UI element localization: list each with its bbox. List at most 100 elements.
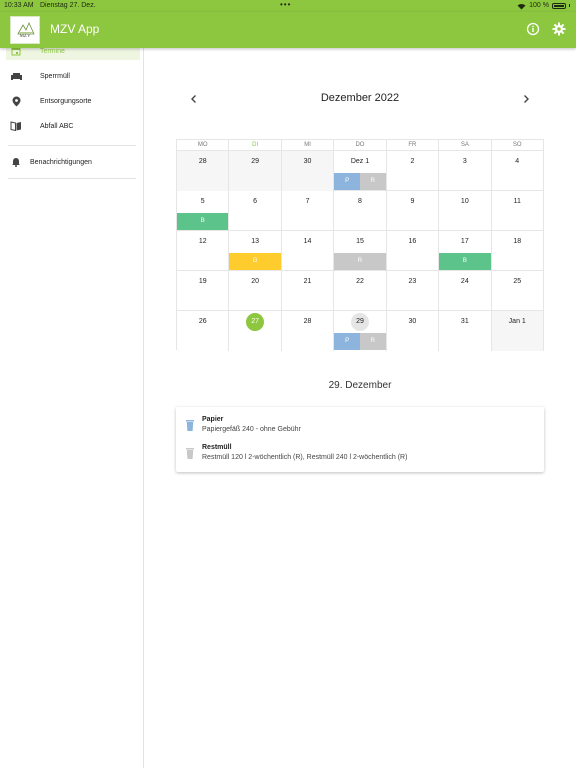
- pickup-event-gelb[interactable]: G: [229, 253, 281, 270]
- chevron-right-icon[interactable]: [520, 92, 532, 104]
- sidebar-item-entsorgungsorte[interactable]: Entsorgungsorte: [6, 92, 140, 110]
- pickup-subtitle: Papiergefäß 240 - ohne Gebühr: [202, 426, 301, 433]
- pickup-item-restmuell[interactable]: Restmüll Restmüll 120 l 2-wöchentlich (R…: [186, 444, 536, 468]
- sidebar-item-label: Termine: [40, 47, 65, 55]
- weekday-label: SO: [492, 140, 544, 150]
- day-number: 21: [303, 278, 312, 285]
- calendar-day-cell[interactable]: 21: [282, 271, 335, 311]
- calendar-day-cell[interactable]: 28: [177, 151, 230, 191]
- calendar-day-cell[interactable]: 26: [177, 311, 230, 351]
- calendar-day-cell[interactable]: 22: [334, 271, 387, 311]
- calendar-day-cell[interactable]: 11: [492, 191, 544, 231]
- day-number: 17: [460, 238, 469, 245]
- calendar-day-cell[interactable]: Jan 1: [491, 311, 544, 351]
- day-number: Dez 1: [350, 158, 370, 165]
- pickup-item-papier[interactable]: Papier Papiergefäß 240 - ohne Gebühr: [186, 416, 536, 440]
- sidebar-divider: [8, 145, 136, 146]
- weekday-label: DI: [229, 140, 282, 150]
- pickup-event-rest[interactable]: R: [359, 333, 386, 350]
- pickup-event-papier[interactable]: P: [334, 173, 360, 190]
- calendar-week-row: 12 13 G 14 15 R 16 17 B 18: [177, 230, 544, 271]
- calendar-day-cell[interactable]: 19: [177, 271, 230, 311]
- calendar-day-cell[interactable]: 17 B: [439, 231, 492, 271]
- sidebar-item-label: Abfall ABC: [40, 122, 74, 130]
- calendar-day-cell[interactable]: 29 P R: [334, 311, 387, 351]
- calendar-day-cell[interactable]: 18: [492, 231, 544, 271]
- pickup-event-papier[interactable]: P: [334, 333, 360, 350]
- app-logo: MZV: [10, 16, 40, 44]
- app-bar: MZV MZV App: [0, 12, 576, 48]
- calendar-day-cell[interactable]: 5B: [177, 191, 230, 231]
- pickup-event-rest[interactable]: R: [334, 253, 386, 270]
- location-pin-icon: [10, 95, 22, 107]
- calendar-grid: MO DI MI DO FR SA SO 28 29 30 Dez 1 P R 2 3 4 5 B 6 7 8 9 10 1…: [176, 139, 544, 351]
- sidebar-item-label: Benachrichtigungen: [30, 158, 92, 166]
- status-time: 10:33 AM: [4, 2, 34, 9]
- month-title: Dezember 2022: [320, 92, 400, 104]
- calendar-day-cell[interactable]: 30: [281, 151, 335, 191]
- calendar-day-cell[interactable]: 16: [387, 231, 440, 271]
- calendar-day-cell[interactable]: 13 G: [229, 231, 282, 271]
- day-number: 9: [410, 198, 415, 205]
- calendar-day-cell[interactable]: 3: [439, 151, 492, 191]
- calendar-day-cell[interactable]: 4: [492, 151, 544, 191]
- month-navigation: Dezember 2022: [176, 88, 544, 108]
- pickup-event-rest[interactable]: R: [359, 173, 386, 190]
- info-icon[interactable]: [526, 22, 540, 36]
- calendar-day-cell[interactable]: 8: [334, 191, 387, 231]
- calendar-day-cell[interactable]: 28: [282, 311, 335, 351]
- calendar-day-cell[interactable]: 14: [282, 231, 335, 271]
- calendar-day-cell[interactable]: 31: [439, 311, 492, 351]
- sidebar-item-label: Sperrmüll: [40, 72, 70, 80]
- calendar-day-cell[interactable]: 29: [229, 151, 282, 191]
- calendar-day-cell[interactable]: 23: [387, 271, 440, 311]
- day-number: Jan 1: [508, 318, 526, 325]
- calendar-week-row: 5 B 6 7 8 9 10 11: [177, 190, 544, 231]
- calendar-day-cell[interactable]: Dez 1 PR: [334, 151, 387, 191]
- day-number: 29: [251, 158, 260, 165]
- pickup-event-bio[interactable]: B: [177, 213, 229, 230]
- sidebar: Termine Sperrmüll Entsorgungsorte Abfall…: [0, 42, 144, 768]
- pickup-title: Restmüll: [202, 444, 232, 451]
- day-number: 14: [303, 238, 312, 245]
- calendar-day-cell[interactable]: 10: [439, 191, 492, 231]
- trash-bin-icon: [186, 418, 194, 431]
- calendar-day-cell[interactable]: 7: [282, 191, 335, 231]
- calendar-day-cell[interactable]: 30: [387, 311, 440, 351]
- status-date: Dienstag 27. Dez.: [40, 2, 96, 9]
- day-number: 30: [408, 318, 417, 325]
- day-number: 23: [408, 278, 417, 285]
- today-day-number: 27: [246, 313, 265, 331]
- logo-art-icon: [17, 22, 35, 35]
- day-number: 7: [305, 198, 310, 205]
- pickup-subtitle: Restmüll 120 l 2-wöchentlich (R), Restmü…: [202, 454, 408, 461]
- calendar-day-cell[interactable]: 20: [229, 271, 282, 311]
- calendar-day-cell[interactable]: 15 R: [334, 231, 387, 271]
- calendar-day-cell[interactable]: 12: [177, 231, 230, 271]
- calendar-day-cell[interactable]: 6: [229, 191, 282, 231]
- calendar-day-cell[interactable]: 24: [439, 271, 492, 311]
- pickup-event-bio[interactable]: B: [439, 253, 491, 270]
- pickup-details-card: Papier Papiergefäß 240 - ohne Gebühr Res…: [176, 407, 544, 472]
- calendar-day-cell[interactable]: 2: [387, 151, 440, 191]
- sidebar-item-benachrichtigungen[interactable]: Benachrichtigungen: [6, 153, 140, 171]
- sidebar-item-sperrmuell[interactable]: Sperrmüll: [6, 67, 140, 85]
- weekday-label: SA: [439, 140, 492, 150]
- day-number: 18: [513, 238, 522, 245]
- battery-cap: [569, 4, 570, 7]
- weekday-header: MO DI MI DO FR SA SO: [177, 140, 544, 150]
- selected-day-number: 29: [350, 313, 369, 331]
- calendar-day-cell[interactable]: 9: [387, 191, 440, 231]
- day-number: 8: [358, 198, 362, 205]
- day-number: 10: [460, 198, 469, 205]
- day-number: 6: [253, 198, 258, 205]
- gear-icon[interactable]: [552, 22, 566, 36]
- status-bar: 10:33 AM Dienstag 27. Dez. ••• 100 %: [0, 0, 576, 12]
- calendar-week-row: 26 27 28 29 P R 30 31 Jan 1: [177, 310, 544, 351]
- calendar-day-cell[interactable]: 27: [229, 311, 282, 351]
- multitasking-dots[interactable]: •••: [280, 0, 291, 9]
- calendar-day-cell[interactable]: 25: [492, 271, 544, 311]
- day-number: 26: [198, 318, 207, 325]
- sidebar-item-abfall-abc[interactable]: Abfall ABC: [6, 117, 140, 135]
- weekday-label: DO: [334, 140, 387, 150]
